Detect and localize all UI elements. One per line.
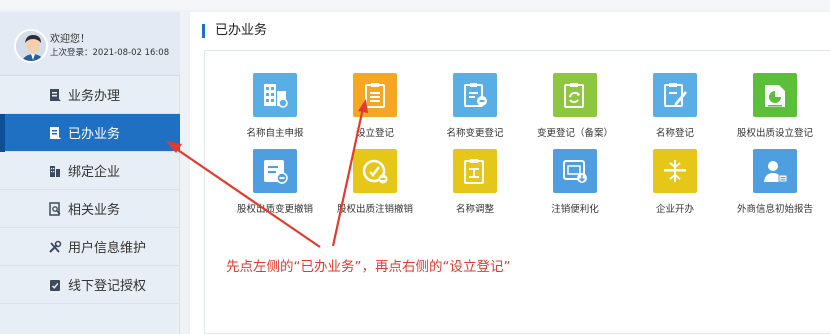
foreign-report-icon [753, 149, 797, 193]
change-register-icon [553, 73, 597, 117]
equity-pledge-icon [753, 73, 797, 117]
building-icon [253, 73, 297, 117]
bind-company-icon [48, 164, 62, 178]
welcome-text: 欢迎您！ [50, 34, 90, 45]
page: 欢迎您！ 上次登录：2021-08-02 16:08 业务办理 已办业务 绑定企… [0, 0, 830, 334]
sidebar-item-label: 相关业务 [68, 203, 121, 218]
tile-label: 注销便利化 [551, 204, 599, 215]
sidebar-item-related-business[interactable]: 相关业务 [0, 190, 180, 228]
sidebar-item-label: 已办业务 [68, 127, 121, 142]
sidebar-item-label: 业务办理 [68, 89, 121, 104]
tile-name-register[interactable]: 名称登记 [625, 73, 725, 139]
main-content: 已办业务 名称自主申报 设立登记 名称变更登记 变更登记（备案） 名称登记 股权… [190, 12, 830, 334]
tile-change-register-filing[interactable]: 变更登记（备案） [525, 73, 625, 139]
top-strip [0, 0, 830, 10]
tile-label: 名称自主申报 [246, 128, 304, 139]
tile-label: 名称变更登记 [446, 128, 504, 139]
tile-label: 外商信息初始报告 [736, 204, 813, 215]
page-title: 已办业务 [202, 24, 267, 38]
tile-label: 设立登记 [355, 128, 394, 139]
authorize-icon [48, 278, 62, 292]
tile-panel: 名称自主申报 设立登记 名称变更登记 变更登记（备案） 名称登记 股权出质设立登… [204, 50, 830, 334]
tile-equity-pledge-establish[interactable]: 股权出质设立登记 [725, 73, 825, 139]
cancel-icon [353, 149, 397, 193]
tile-label: 名称登记 [655, 128, 694, 139]
name-change-icon [453, 73, 497, 117]
clipboard-icon [353, 73, 397, 117]
tile-label: 企业开办 [655, 204, 694, 215]
tile-label: 股权出质注销撤销 [336, 204, 413, 215]
tile-equity-pledge-change-revoke[interactable]: 股权出质变更撤销 [225, 149, 325, 215]
tile-deregister-facilitate[interactable]: 注销便利化 [525, 149, 625, 215]
sidebar-item-label: 绑定企业 [68, 165, 121, 180]
sidebar-item-business-handle[interactable]: 业务办理 [0, 76, 180, 114]
sidebar-item-done-business[interactable]: 已办业务 [0, 114, 180, 152]
avatar-icon [14, 29, 48, 63]
tile-equity-pledge-cancel-revoke[interactable]: 股权出质注销撤销 [325, 149, 425, 215]
sidebar-item-label: 用户信息维护 [68, 241, 147, 256]
last-login-text: 上次登录：2021-08-02 16:08 [50, 48, 170, 58]
tile-enterprise-open[interactable]: 企业开办 [625, 149, 725, 215]
business-handle-icon [48, 88, 62, 102]
user-panel: 欢迎您！ 上次登录：2021-08-02 16:08 [0, 12, 180, 76]
tile-name-change-register[interactable]: 名称变更登记 [425, 73, 525, 139]
sidebar: 欢迎您！ 上次登录：2021-08-02 16:08 业务办理 已办业务 绑定企… [0, 12, 180, 334]
sidebar-item-label: 线下登记授权 [68, 279, 147, 294]
instruction-annotation: 先点左侧的“已办业务”，再点右侧的“设立登记” [226, 259, 511, 275]
equity-change-icon [253, 149, 297, 193]
name-register-icon [653, 73, 697, 117]
tile-label: 变更登记（备案） [536, 128, 613, 139]
tile-name-adjust[interactable]: 名称调整 [425, 149, 525, 215]
name-adjust-icon [453, 149, 497, 193]
deregister-icon [553, 149, 597, 193]
tile-label: 名称调整 [455, 204, 494, 215]
enterprise-open-icon [653, 149, 697, 193]
tools-icon [48, 240, 62, 254]
related-business-icon [48, 202, 62, 216]
sidebar-item-user-info[interactable]: 用户信息维护 [0, 228, 180, 266]
tile-foreign-info-report[interactable]: 外商信息初始报告 [725, 149, 825, 215]
sidebar-item-offline-authorize[interactable]: 线下登记授权 [0, 266, 180, 304]
tile-name-self-declare[interactable]: 名称自主申报 [225, 73, 325, 139]
sidebar-item-bind-company[interactable]: 绑定企业 [0, 152, 180, 190]
tile-label: 股权出质变更撤销 [236, 204, 313, 215]
tile-label: 股权出质设立登记 [736, 128, 813, 139]
tile-establish-register[interactable]: 设立登记 [325, 73, 425, 139]
done-business-icon [48, 126, 62, 140]
